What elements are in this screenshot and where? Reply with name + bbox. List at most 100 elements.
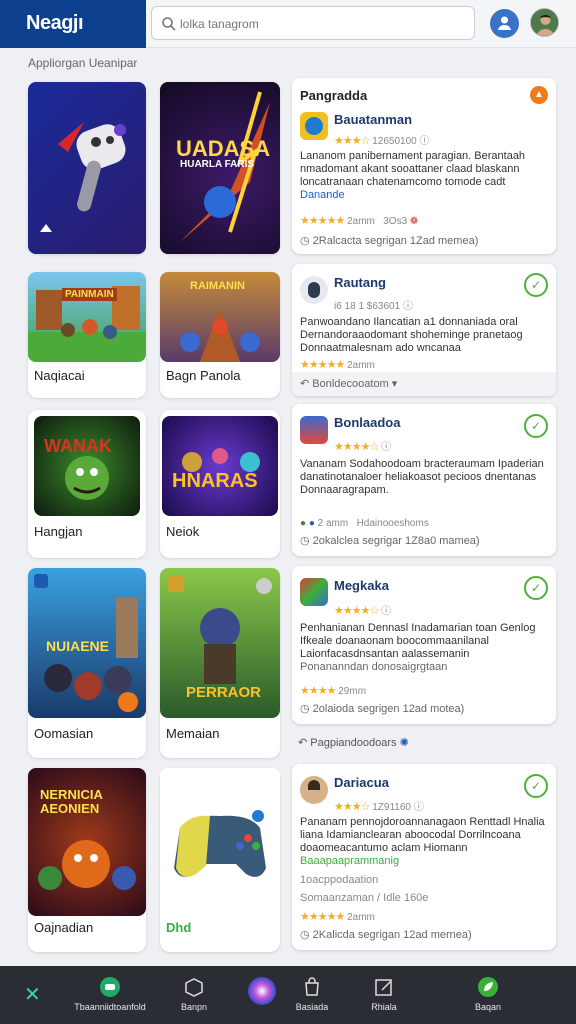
leaf-icon (478, 977, 498, 997)
app-description: Panwoandano Ilancatian a1 donnaniada ora… (300, 316, 523, 354)
app-meta: ★★★☆ 12650100 ⓘ (334, 135, 430, 147)
check-icon[interactable]: ✓ (524, 576, 548, 600)
tile-label: Hangjan (34, 524, 83, 539)
box-icon (185, 978, 203, 997)
tile-label: Oajnadian (34, 920, 94, 935)
app-card[interactable]: Pangradda ▲ Bauatanman ★★★☆ 12650100 ⓘ L… (292, 78, 556, 254)
tile-label: Neiok (166, 524, 200, 539)
tile-art-title: WANAK (44, 436, 112, 456)
rating-row: ● ● 2 amm Hdainooeshoms (300, 518, 429, 529)
app-meta: ★★★☆ 1Z91160 ⓘ (334, 801, 424, 813)
app-tile[interactable]: Dhd (160, 768, 280, 952)
tile-artwork: PERRAOR (160, 568, 280, 718)
assistant-orb-icon[interactable] (246, 976, 278, 1008)
bottom-nav-bar: ✕ Tbaanniidtoanfold Banpn Basiada Rhiala… (0, 966, 576, 1024)
card-subline: Somaanzaman / Idle 160e (300, 892, 429, 904)
card-footer[interactable]: ↶ Bonldecooatom ▾ (300, 377, 397, 390)
gamepad-icon (174, 810, 266, 877)
clock-icon: ◷ (300, 703, 310, 715)
app-card[interactable]: Megkaka ✓ ★★★★☆ ⓘ Penhanianan Dennasl In… (292, 566, 556, 724)
clock-icon: ◷ (300, 929, 310, 941)
tile-art-subtitle: HUARLA FARIS (180, 159, 255, 170)
app-icon (300, 578, 328, 606)
app-card[interactable]: Bonlaadoa ✓ ★★★★☆ ⓘ Vananam Sodahoodoam … (292, 404, 556, 556)
link-icon: ✺ (399, 737, 409, 749)
tile-artwork: PAINMAIN (28, 272, 146, 362)
tile-artwork (28, 82, 146, 254)
search-input[interactable] (180, 14, 460, 34)
info-icon[interactable]: ⓘ (381, 606, 391, 617)
tile-artwork: NUIAENE (28, 568, 146, 718)
app-icon (300, 776, 328, 804)
star-rating: ★★★☆ (334, 135, 370, 147)
bottom-nav-item[interactable]: Tbaanniidtoanfold (70, 976, 150, 1012)
bottom-nav-item[interactable]: Basiada (284, 976, 340, 1012)
tile-label: Dhd (166, 920, 192, 935)
rating-row: ★★★★★ 2amm (300, 359, 375, 371)
card-footer[interactable]: ◷ 2Ralcacta segrigan 1Zad memea) (300, 234, 478, 247)
info-icon[interactable]: ⓘ (381, 442, 391, 453)
tile-label: Bagn Panola (166, 368, 241, 383)
tile-artwork: UADASA HUARLA FARIS (160, 82, 280, 254)
app-tile[interactable] (28, 82, 146, 254)
app-meta: ★★★★☆ ⓘ (334, 605, 392, 617)
app-tile[interactable]: NUIAENE Oomasian (28, 568, 146, 758)
tile-label: Memaian (166, 726, 220, 741)
app-title[interactable]: Rautang (334, 275, 386, 290)
tile-label: Naqiacai (34, 368, 85, 383)
bag-icon (305, 977, 319, 996)
tile-art-title: NERNICIA AEONIEN (40, 787, 103, 816)
bottom-nav-item[interactable]: Baqan (466, 976, 510, 1012)
app-brand[interactable]: Neagjı (0, 0, 146, 48)
app-title[interactable]: Bonlaadoa (334, 415, 400, 430)
related-link[interactable]: ↶ Pagpiandoodoars ✺ (298, 736, 409, 749)
tile-art-title: PERRAOR (186, 684, 262, 701)
user-avatar[interactable] (530, 8, 559, 37)
bottom-nav-item[interactable]: Banpn (172, 976, 216, 1012)
info-icon[interactable]: ⓘ (403, 301, 413, 312)
app-tile[interactable]: PERRAOR Memaian (160, 568, 280, 758)
app-description: Vananam Sodahoodoam bracteraumam Ipaderi… (300, 458, 544, 496)
clock-icon: ◷ (300, 235, 310, 247)
info-icon[interactable]: ⓘ (420, 136, 430, 147)
game-controller-icon (100, 977, 120, 997)
app-tile[interactable]: UADASA HUARLA FARIS (160, 82, 280, 254)
tile-art-title: NUIAENE (46, 638, 110, 654)
app-description: Penhanianan Dennasl Inadamarian toan Gen… (300, 622, 536, 673)
tile-art-title: RAIMANIN (190, 280, 245, 292)
card-footer[interactable]: ◷ 2Kalicda segrigan 12ad mernea) (300, 928, 472, 941)
search-box[interactable] (151, 6, 475, 40)
card-footer[interactable]: ◷ 2olaioda segrigen 12ad motea) (300, 702, 464, 715)
app-card[interactable]: Rautang ✓ i6 18 1 $63601 ⓘ Panwoandano I… (292, 264, 556, 396)
app-tile[interactable]: HNARAS Neiok (160, 410, 280, 558)
tile-artwork: NERNICIA AEONIEN (28, 768, 146, 916)
app-tile[interactable]: RAIMANIN Bagn Panola (160, 272, 280, 398)
app-title[interactable]: Megkaka (334, 578, 389, 593)
app-title[interactable]: Bauatanman (334, 112, 412, 127)
card-subline: 1oacppodaation (300, 874, 379, 886)
share-icon: ↶ (298, 737, 308, 749)
card-footer[interactable]: ◷ 2okalclea segrigar 1Z8a0 mamea) (300, 534, 480, 547)
close-icon[interactable]: ✕ (24, 982, 41, 1007)
flame-icon[interactable]: ▲ (530, 86, 548, 104)
app-meta: ★★★★☆ ⓘ (334, 441, 392, 453)
tile-artwork: RAIMANIN (160, 272, 280, 362)
tile-artwork: HNARAS (162, 416, 278, 516)
share-icon: ↶ (300, 378, 310, 390)
info-icon[interactable]: ⓘ (414, 802, 424, 813)
check-icon[interactable]: ✓ (524, 774, 548, 798)
check-icon[interactable]: ✓ (524, 414, 548, 438)
app-tile[interactable]: WANAK Hangjan (28, 410, 146, 558)
check-icon[interactable]: ✓ (524, 273, 548, 297)
person-share-icon[interactable] (490, 9, 519, 38)
app-tile[interactable]: NERNICIA AEONIEN Oajnadian (28, 768, 146, 952)
app-icon (300, 112, 328, 140)
app-card[interactable]: Dariacua ✓ ★★★☆ 1Z91160 ⓘ Pananam pennoj… (292, 764, 556, 950)
bottom-nav-item[interactable]: Rhiala (360, 976, 408, 1012)
app-title[interactable]: Dariacua (334, 775, 389, 790)
breadcrumb[interactable]: Appliorgan Ueanipar (28, 56, 137, 70)
chevron-down-icon[interactable]: ▾ (392, 378, 398, 390)
search-icon (162, 17, 176, 31)
app-tile[interactable]: PAINMAIN Naqiacai (28, 272, 146, 398)
app-meta: i6 18 1 $63601 ⓘ (334, 301, 413, 312)
